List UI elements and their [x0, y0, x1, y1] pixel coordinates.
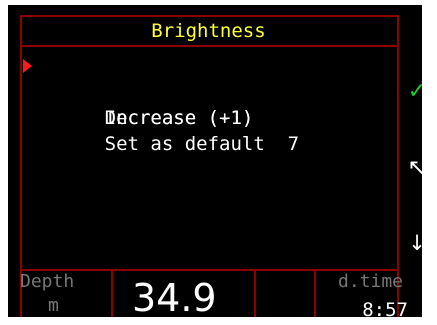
check-icon[interactable]: ✓ — [405, 77, 422, 107]
title-divider — [20, 45, 397, 47]
brightness-menu: Increase (+1) Decrease (-1) Set as defau… — [23, 53, 388, 155]
depth-label: Depth — [20, 271, 75, 292]
dive-computer-screen: Brightness Increase (+1) Decrease (-1) S… — [8, 5, 422, 317]
footer-middle-separator — [254, 269, 256, 317]
dive-time-label: d.time — [338, 271, 404, 292]
nw-arrow-icon[interactable]: ↖ — [405, 153, 422, 183]
selection-cursor-icon — [23, 59, 32, 73]
footer-right-separator — [314, 269, 316, 317]
menu-item-set-default[interactable]: Set as default 7 — [28, 105, 388, 155]
down-arrow-icon[interactable]: ↓ — [405, 228, 422, 258]
depth-value: 34.9 — [132, 276, 217, 317]
depth-unit: m — [48, 295, 59, 316]
menu-item-decrease[interactable]: Decrease (-1) — [28, 79, 388, 129]
menu-item-label: Set as default 7 — [104, 133, 300, 155]
dive-time-value: 8:57 — [362, 299, 408, 317]
page-title: Brightness — [151, 20, 266, 42]
menu-item-increase[interactable]: Increase (+1) — [23, 53, 388, 129]
footer-left-separator — [111, 269, 113, 317]
top-border — [20, 15, 397, 17]
